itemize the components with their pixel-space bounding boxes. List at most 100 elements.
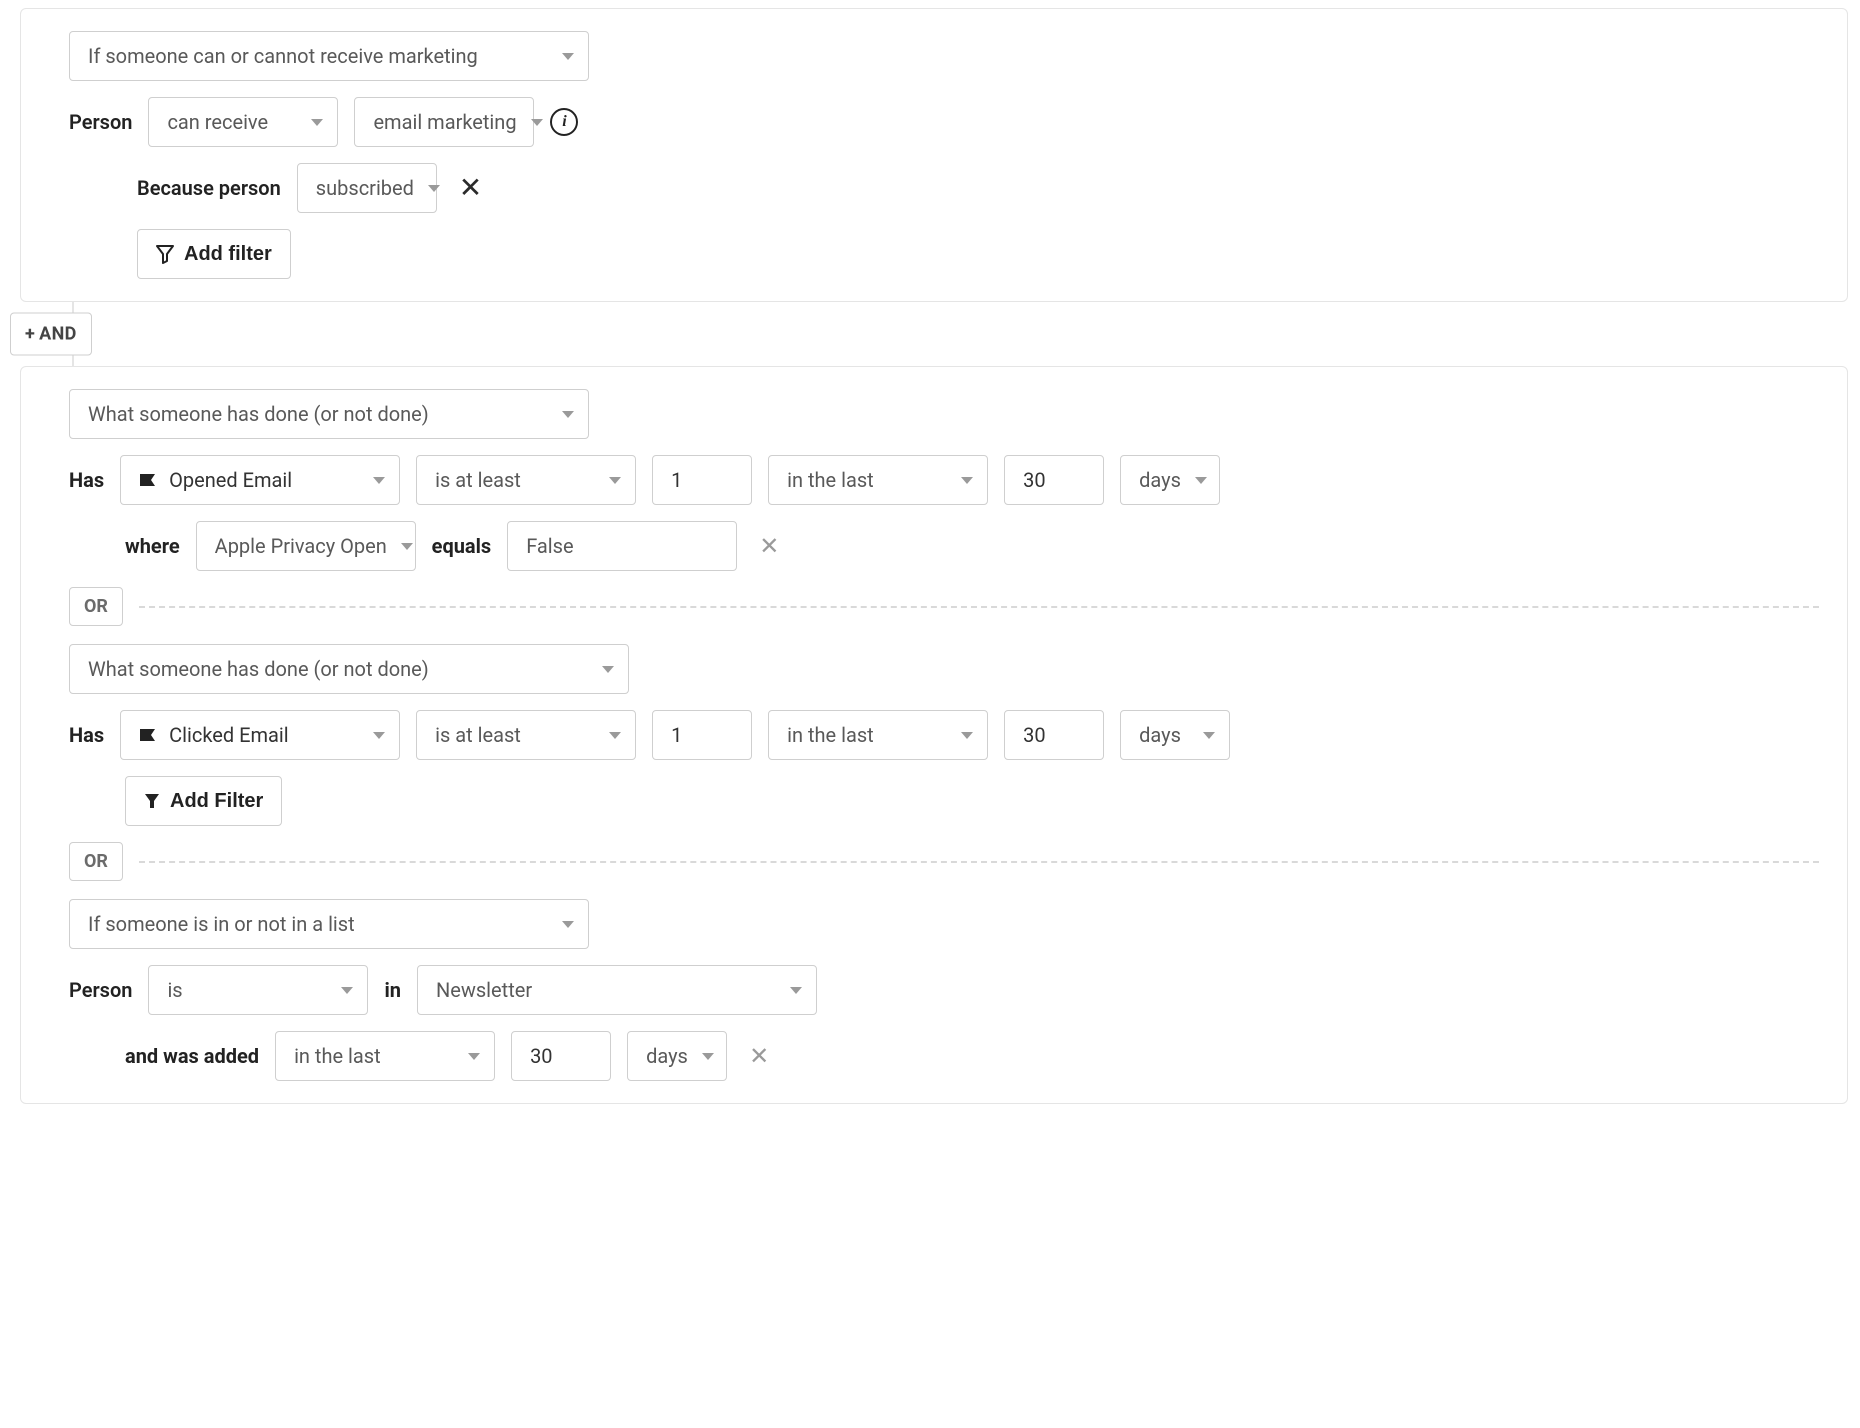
- condition-type-select[interactable]: What someone has done (or not done): [69, 389, 589, 439]
- timeframe-qty-value: 30: [1023, 725, 1045, 745]
- timeframe-unit-select[interactable]: days: [1120, 455, 1220, 505]
- count-value: 1: [671, 725, 682, 745]
- caret-down-icon: [531, 119, 543, 126]
- count-input[interactable]: 1: [652, 455, 752, 505]
- comparator-select[interactable]: is at least: [416, 710, 636, 760]
- reason-select[interactable]: subscribed: [297, 163, 437, 213]
- condition-type-value: What someone has done (or not done): [88, 404, 429, 424]
- caret-down-icon: [562, 411, 574, 418]
- condition-type-value: What someone has done (or not done): [88, 659, 429, 679]
- where-label: where: [125, 534, 180, 558]
- can-receive-value: can receive: [167, 112, 268, 132]
- plus-icon: +: [25, 324, 35, 345]
- caret-down-icon: [562, 921, 574, 928]
- timeframe-unit-value: days: [1139, 725, 1181, 745]
- caret-down-icon: [702, 1053, 714, 1060]
- or-divider: OR: [69, 587, 1819, 626]
- list-select[interactable]: Newsletter: [417, 965, 817, 1015]
- caret-down-icon: [1203, 732, 1215, 739]
- caret-down-icon: [373, 477, 385, 484]
- caret-down-icon: [961, 732, 973, 739]
- count-input[interactable]: 1: [652, 710, 752, 760]
- caret-down-icon: [468, 1053, 480, 1060]
- condition-type-select[interactable]: If someone can or cannot receive marketi…: [69, 31, 589, 81]
- flag-icon: [139, 472, 159, 488]
- where-prop-value: Apple Privacy Open: [215, 536, 387, 556]
- dashed-line: [139, 606, 1819, 608]
- condition-type-select[interactable]: What someone has done (or not done): [69, 644, 629, 694]
- condition-group-1: If someone can or cannot receive marketi…: [20, 8, 1848, 302]
- add-filter-button[interactable]: Add Filter: [125, 776, 282, 826]
- timeframe-rel-select[interactable]: in the last: [275, 1031, 495, 1081]
- caret-down-icon: [311, 119, 323, 126]
- person-label: Person: [69, 110, 132, 134]
- equals-label: equals: [432, 534, 492, 558]
- has-label: Has: [69, 468, 104, 492]
- person-op-select[interactable]: is: [148, 965, 368, 1015]
- where-prop-select[interactable]: Apple Privacy Open: [196, 521, 416, 571]
- segment-builder: If someone can or cannot receive marketi…: [0, 0, 1860, 1428]
- metric-select[interactable]: Opened Email: [120, 455, 400, 505]
- add-filter-label: Add Filter: [170, 790, 263, 813]
- timeframe-unit-select[interactable]: days: [1120, 710, 1230, 760]
- channel-select[interactable]: email marketing: [354, 97, 534, 147]
- timeframe-rel-select[interactable]: in the last: [768, 455, 988, 505]
- in-label: in: [384, 978, 401, 1002]
- timeframe-rel-value: in the last: [294, 1046, 381, 1066]
- has-label: Has: [69, 723, 104, 747]
- comparator-value: is at least: [435, 470, 521, 490]
- and-connector: +AND: [72, 302, 1848, 366]
- condition-type-select[interactable]: If someone is in or not in a list: [69, 899, 589, 949]
- caret-down-icon: [609, 732, 621, 739]
- caret-down-icon: [1195, 477, 1207, 484]
- and-label: AND: [39, 324, 77, 345]
- where-value: False: [526, 536, 573, 556]
- channel-value: email marketing: [373, 112, 516, 132]
- info-icon[interactable]: i: [550, 108, 578, 136]
- caret-down-icon: [602, 666, 614, 673]
- timeframe-qty-input[interactable]: 30: [1004, 710, 1104, 760]
- caret-down-icon: [373, 732, 385, 739]
- funnel-icon: [156, 244, 174, 264]
- remove-where-icon[interactable]: ✕: [753, 534, 785, 558]
- caret-down-icon: [341, 987, 353, 994]
- caret-down-icon: [428, 185, 440, 192]
- or-badge[interactable]: OR: [69, 587, 123, 626]
- count-value: 1: [671, 470, 682, 490]
- caret-down-icon: [961, 477, 973, 484]
- timeframe-rel-value: in the last: [787, 470, 874, 490]
- comparator-select[interactable]: is at least: [416, 455, 636, 505]
- add-filter-label: Add filter: [184, 243, 272, 266]
- timeframe-rel-value: in the last: [787, 725, 874, 745]
- reason-value: subscribed: [316, 178, 414, 198]
- metric-select[interactable]: Clicked Email: [120, 710, 400, 760]
- can-receive-select[interactable]: can receive: [148, 97, 338, 147]
- timeframe-qty-value: 30: [1023, 470, 1045, 490]
- person-op-value: is: [167, 980, 182, 1000]
- remove-timeframe-icon[interactable]: ✕: [743, 1044, 775, 1068]
- metric-value: Clicked Email: [169, 725, 289, 745]
- or-badge[interactable]: OR: [69, 842, 123, 881]
- timeframe-unit-select[interactable]: days: [627, 1031, 727, 1081]
- timeframe-unit-value: days: [1139, 470, 1181, 490]
- add-filter-button[interactable]: Add filter: [137, 229, 291, 279]
- caret-down-icon: [562, 53, 574, 60]
- person-label: Person: [69, 978, 132, 1002]
- flag-icon: [139, 727, 159, 743]
- condition-group-2: What someone has done (or not done) Has …: [20, 366, 1848, 1104]
- list-value: Newsletter: [436, 980, 532, 1000]
- added-label: and was added: [125, 1044, 259, 1068]
- timeframe-qty-input[interactable]: 30: [511, 1031, 611, 1081]
- dashed-line: [139, 861, 1819, 863]
- remove-reason-icon[interactable]: ✕: [453, 174, 488, 202]
- where-value-select[interactable]: False: [507, 521, 737, 571]
- or-divider: OR: [69, 842, 1819, 881]
- metric-value: Opened Email: [169, 470, 292, 490]
- timeframe-rel-select[interactable]: in the last: [768, 710, 988, 760]
- timeframe-qty-input[interactable]: 30: [1004, 455, 1104, 505]
- timeframe-qty-value: 30: [530, 1046, 552, 1066]
- caret-down-icon: [790, 987, 802, 994]
- caret-down-icon: [609, 477, 621, 484]
- and-badge[interactable]: +AND: [10, 313, 92, 356]
- condition-type-value: If someone is in or not in a list: [88, 914, 355, 934]
